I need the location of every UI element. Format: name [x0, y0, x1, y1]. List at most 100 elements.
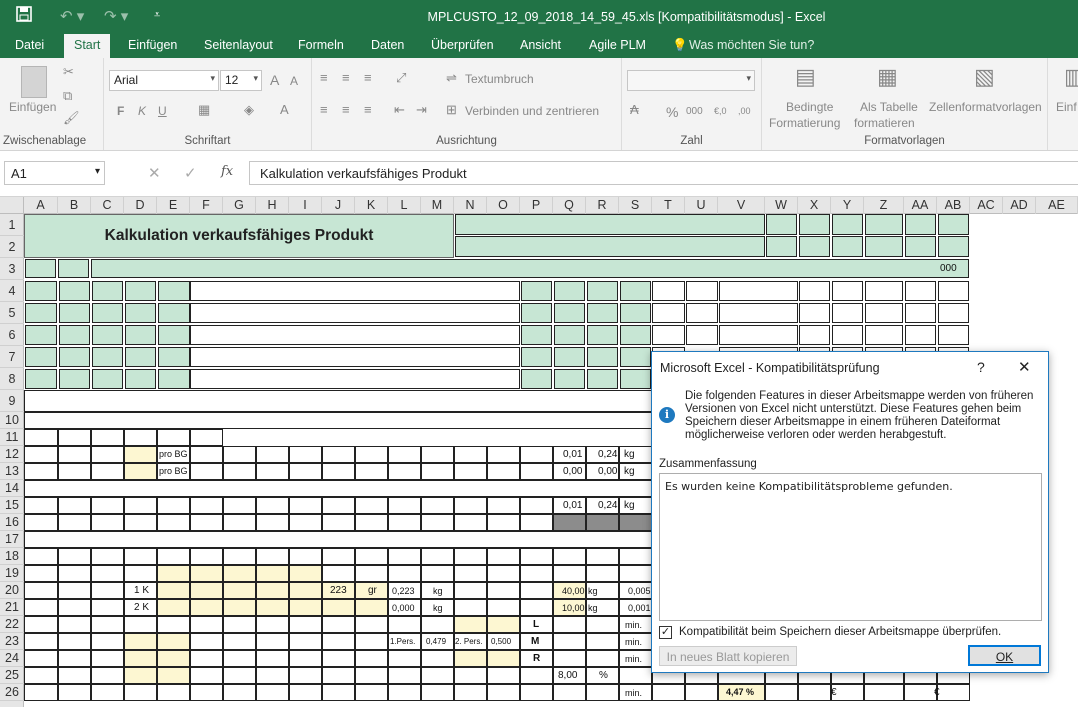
shrink-font-icon[interactable]: A	[290, 74, 298, 88]
cell[interactable]	[938, 236, 969, 257]
cell[interactable]	[289, 633, 322, 650]
cell[interactable]	[223, 463, 256, 480]
cell[interactable]	[190, 446, 223, 463]
cell[interactable]	[520, 548, 553, 565]
cell[interactable]	[587, 347, 618, 367]
cut-icon[interactable]: ✂	[63, 64, 74, 80]
cell[interactable]	[865, 214, 903, 235]
row-header-6[interactable]: 6	[0, 324, 24, 346]
cell[interactable]	[58, 616, 91, 633]
cell[interactable]	[223, 446, 256, 463]
cell[interactable]	[520, 565, 553, 582]
cell[interactable]	[190, 684, 223, 701]
cell[interactable]	[553, 514, 586, 531]
conditional-formatting-icon[interactable]: ▤	[795, 64, 816, 90]
percent-button[interactable]: %	[666, 104, 678, 120]
cell[interactable]	[59, 369, 90, 389]
row-header-17[interactable]: 17	[0, 531, 24, 548]
cell[interactable]	[91, 514, 124, 531]
column-header-q[interactable]: Q	[553, 197, 586, 214]
cell[interactable]	[157, 684, 190, 701]
cell[interactable]	[190, 650, 223, 667]
row-header-11[interactable]: 11	[0, 429, 24, 446]
row-header-5[interactable]: 5	[0, 302, 24, 324]
decrease-indent-icon[interactable]: ⇤	[394, 102, 405, 118]
column-header-l[interactable]: L	[388, 197, 421, 214]
column-header-d[interactable]: D	[124, 197, 157, 214]
cell[interactable]	[487, 650, 520, 667]
cell[interactable]	[24, 599, 58, 616]
column-header-o[interactable]: O	[487, 197, 520, 214]
cell[interactable]	[190, 616, 223, 633]
font-name-select[interactable]: Arial ▾	[109, 70, 219, 91]
font-color-icon[interactable]: A	[280, 102, 289, 117]
cell[interactable]	[223, 684, 256, 701]
cell[interactable]	[91, 599, 124, 616]
cell[interactable]	[454, 514, 487, 531]
cell[interactable]	[256, 650, 289, 667]
cell[interactable]	[157, 582, 190, 599]
formula-input[interactable]: Kalkulation verkaufsfähiges Produkt	[249, 161, 1078, 185]
column-header-u[interactable]: U	[685, 197, 718, 214]
cell[interactable]	[619, 667, 652, 684]
cell[interactable]	[520, 514, 553, 531]
row-header-22[interactable]: 22	[0, 616, 24, 633]
cell[interactable]	[289, 667, 322, 684]
cell[interactable]	[322, 497, 355, 514]
cell[interactable]	[256, 582, 289, 599]
cell[interactable]	[59, 303, 90, 323]
cell[interactable]	[832, 303, 863, 323]
cell[interactable]	[289, 684, 322, 701]
row-header-9[interactable]: 9	[0, 390, 24, 412]
cell[interactable]	[322, 667, 355, 684]
cell[interactable]	[24, 548, 58, 565]
compatibility-checkbox[interactable]: ✓	[659, 626, 672, 639]
cell[interactable]	[719, 303, 798, 323]
cell[interactable]	[190, 369, 520, 389]
cell[interactable]	[91, 446, 124, 463]
cell[interactable]	[190, 582, 223, 599]
tab-start[interactable]: Start	[64, 34, 111, 58]
cell[interactable]	[124, 463, 157, 480]
cell[interactable]	[25, 369, 57, 389]
column-header-s[interactable]: S	[619, 197, 652, 214]
cancel-icon[interactable]: ✕	[148, 164, 161, 182]
cell[interactable]	[158, 281, 190, 301]
cell[interactable]	[91, 565, 124, 582]
cell[interactable]	[125, 347, 156, 367]
cell[interactable]	[125, 281, 156, 301]
cell[interactable]	[905, 303, 936, 323]
cell[interactable]	[223, 616, 256, 633]
cell[interactable]	[59, 325, 90, 345]
format-as-table-line2[interactable]: formatieren	[854, 116, 915, 130]
cell[interactable]	[554, 347, 585, 367]
cell[interactable]	[454, 650, 487, 667]
cell[interactable]	[553, 616, 586, 633]
cell[interactable]	[190, 281, 520, 301]
format-painter-icon[interactable]: 🖌	[63, 110, 80, 126]
cell[interactable]	[124, 667, 157, 684]
tell-me-search[interactable]: Was möchten Sie tun?	[689, 38, 814, 52]
cell[interactable]	[223, 667, 256, 684]
cell[interactable]	[24, 429, 58, 446]
row-header-25[interactable]: 25	[0, 667, 24, 684]
cell[interactable]	[256, 684, 289, 701]
cell[interactable]	[91, 650, 124, 667]
cell[interactable]	[355, 599, 388, 616]
tab-file[interactable]: Datei	[15, 38, 44, 52]
cell[interactable]	[322, 565, 355, 582]
cell[interactable]	[421, 667, 454, 684]
name-box[interactable]: A1 ▾	[4, 161, 105, 185]
column-header-ac[interactable]: AC	[970, 197, 1003, 214]
cell[interactable]	[388, 616, 421, 633]
cell[interactable]	[289, 463, 322, 480]
cell[interactable]	[124, 429, 157, 446]
cell[interactable]	[256, 463, 289, 480]
cell[interactable]	[865, 281, 903, 301]
cell[interactable]	[388, 684, 421, 701]
align-middle-icon[interactable]: ≡	[342, 70, 350, 85]
cell[interactable]	[554, 325, 585, 345]
cell[interactable]	[190, 303, 520, 323]
cell[interactable]	[190, 514, 223, 531]
cell[interactable]	[487, 548, 520, 565]
